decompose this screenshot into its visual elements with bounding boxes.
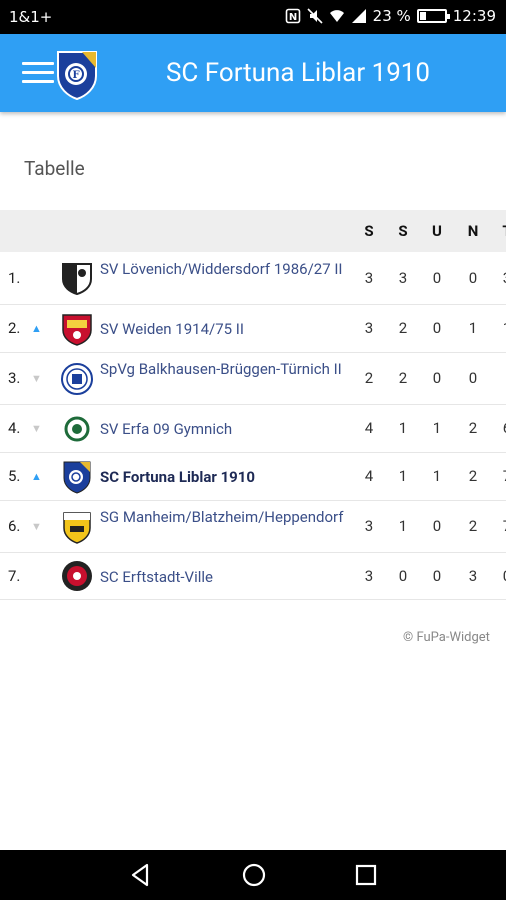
team-name[interactable]: SV Erfa 09 Gymnich: [100, 419, 355, 439]
games: 3: [364, 269, 374, 287]
team-name[interactable]: SG Manheim/Blatzheim/Heppendorf: [100, 507, 355, 527]
clock: 12:39: [452, 7, 496, 25]
widget-credit[interactable]: © FuPa-Widget: [403, 630, 490, 645]
losses: 0: [468, 369, 478, 387]
nfc-icon: N: [285, 8, 300, 24]
back-icon[interactable]: [128, 862, 154, 888]
table-row[interactable]: 4. ▼ SV Erfa 09 Gymnich 4 1 1 2 6: [0, 405, 506, 453]
team-name[interactable]: SC Erftstadt-Ville: [100, 567, 355, 587]
goals: 1: [497, 319, 506, 337]
section-title: Tabelle: [24, 157, 85, 180]
losses: 2: [468, 467, 478, 485]
team-crest-icon: [62, 561, 92, 591]
draws: 0: [432, 369, 442, 387]
losses: 3: [468, 567, 478, 585]
table-row[interactable]: 2. ▲ SV Weiden 1914/75 II 3 2 0 1 1: [0, 305, 506, 353]
svg-text:F: F: [72, 70, 79, 81]
col-header-goals: T: [497, 222, 506, 240]
standings-table: S S U N T 1. SV Lövenich/Widdersdorf 198…: [0, 210, 506, 600]
table-row-highlighted[interactable]: 5. ▲ SC Fortuna Liblar 1910 4 1 1 2 7: [0, 453, 506, 501]
svg-text:N: N: [288, 12, 296, 23]
team-name[interactable]: SpVg Balkhausen-Brüggen-Türnich II: [100, 359, 355, 379]
losses: 2: [468, 419, 478, 437]
goals: 0: [497, 567, 506, 585]
home-icon[interactable]: [241, 862, 267, 888]
team-crest-icon: [62, 263, 92, 295]
draws: 0: [432, 269, 442, 287]
draws: 0: [432, 567, 442, 585]
team-crest-icon: [62, 314, 92, 346]
trend-down-icon: ▼: [31, 372, 42, 385]
status-icons: N 23 % 12:39: [285, 7, 496, 25]
losses: 1: [468, 319, 478, 337]
recents-icon[interactable]: [353, 862, 379, 888]
rank: 7.: [8, 567, 21, 585]
goals: 7: [497, 517, 506, 535]
table-row[interactable]: 6. ▼ SG Manheim/Blatzheim/Heppendorf 3 1…: [0, 501, 506, 553]
rank: 4.: [8, 419, 21, 437]
wins: 1: [398, 419, 408, 437]
rank: 1.: [8, 269, 21, 287]
table-row[interactable]: 1. SV Lövenich/Widdersdorf 1986/27 II 3 …: [0, 252, 506, 305]
col-header-losses: N: [467, 222, 479, 240]
draws: 1: [432, 419, 442, 437]
wins: 0: [398, 567, 408, 585]
trend-down-icon: ▼: [31, 520, 42, 533]
trend-up-icon: ▲: [31, 322, 42, 335]
team-name[interactable]: SC Fortuna Liblar 1910: [100, 467, 355, 487]
games: 2: [364, 369, 374, 387]
goals: 6: [497, 419, 506, 437]
signal-icon: [351, 9, 366, 23]
wins: 1: [398, 517, 408, 535]
table-row[interactable]: 7. SC Erftstadt-Ville 3 0 0 3 0: [0, 553, 506, 600]
team-name[interactable]: SV Weiden 1914/75 II: [100, 319, 355, 339]
draws: 0: [432, 319, 442, 337]
wins: 2: [398, 319, 408, 337]
team-crest-icon: [64, 416, 90, 442]
rank: 2.: [8, 319, 21, 337]
goals: 3: [497, 269, 506, 287]
games: 3: [364, 319, 374, 337]
wifi-icon: [329, 10, 344, 22]
goals: 7: [497, 467, 506, 485]
club-logo: F: [57, 51, 97, 100]
team-crest-icon: [61, 363, 93, 395]
rank: 5.: [8, 467, 21, 485]
team-crest-icon: [63, 512, 91, 544]
status-bar: 1&1+ N 23 % 12:39: [0, 0, 506, 34]
hamburger-menu-icon[interactable]: [22, 62, 54, 84]
table-row[interactable]: 3. ▼ SpVg Balkhausen-Brüggen-Türnich II …: [0, 353, 506, 405]
col-header-games: S: [364, 222, 374, 240]
draws: 0: [432, 517, 442, 535]
col-header-wins: S: [398, 222, 408, 240]
battery-level-fill: [419, 12, 426, 20]
wins: 3: [398, 269, 408, 287]
table-header: S S U N T: [0, 210, 506, 252]
games: 4: [364, 419, 374, 437]
app-title: SC Fortuna Liblar 1910: [165, 58, 431, 88]
wins: 1: [398, 467, 408, 485]
trend-up-icon: ▲: [31, 470, 42, 483]
losses: 0: [468, 269, 478, 287]
rank: 6.: [8, 517, 21, 535]
app-bar: F SC Fortuna Liblar 1910: [0, 34, 506, 112]
games: 3: [364, 517, 374, 535]
wins: 2: [398, 369, 408, 387]
app-screen: 1&1+ N 23 % 12:39 F SC Fortuna Liblar 19…: [0, 0, 506, 900]
col-header-draws: U: [432, 222, 442, 240]
navigation-bar: [0, 850, 506, 900]
carrier-label: 1&1+: [9, 8, 53, 26]
rank: 3.: [8, 369, 21, 387]
battery-percent: 23 %: [372, 7, 411, 25]
losses: 2: [468, 517, 478, 535]
mute-icon: [307, 8, 323, 24]
battery-tip: [446, 14, 450, 19]
team-crest-icon: [63, 461, 91, 494]
team-name[interactable]: SV Lövenich/Widdersdorf 1986/27 II: [100, 259, 355, 279]
trend-down-icon: ▼: [31, 422, 42, 435]
games: 3: [364, 567, 374, 585]
battery-icon: [416, 9, 450, 23]
draws: 1: [432, 467, 442, 485]
games: 4: [364, 467, 374, 485]
